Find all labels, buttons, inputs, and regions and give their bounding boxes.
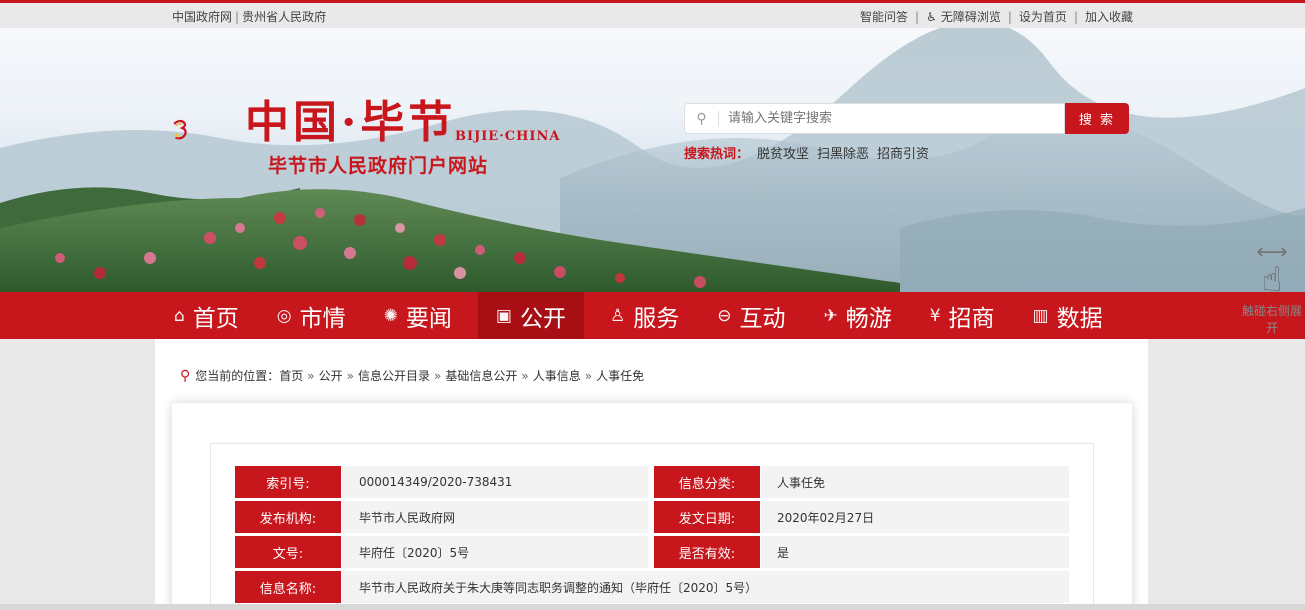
- news-icon: ✺: [383, 305, 398, 326]
- city-logo-emblem: [173, 119, 187, 140]
- breadcrumb-link[interactable]: 信息公开目录: [358, 367, 430, 384]
- bar-chart-icon: ▥: [1032, 305, 1049, 326]
- search-input[interactable]: [719, 104, 1064, 133]
- location-pin-icon: ⚲: [180, 367, 191, 384]
- docno-label: 文号:: [235, 536, 341, 568]
- nav-label: 首页: [192, 305, 239, 332]
- category-value: 人事任免: [761, 466, 1069, 498]
- monitor-icon: ▣: [495, 305, 512, 326]
- header-banner: 中国·毕节 BIJIE·CHINA 毕节市人民政府门户网站 ⚲ 搜 索 搜索热词…: [0, 28, 1305, 292]
- nav-item-public[interactable]: ▣ 公开: [477, 292, 584, 339]
- breadcrumb-label: 您当前的位置：: [195, 369, 280, 383]
- search-box: ⚲: [684, 103, 1065, 134]
- chat-icon: ⊖: [717, 305, 732, 326]
- nav-item-investment[interactable]: ¥ 招商: [918, 292, 1007, 339]
- nav-item-city-info[interactable]: ◎ 市情: [265, 292, 358, 339]
- nav-label: 公开: [519, 305, 566, 332]
- nav-label: 畅游: [845, 305, 892, 332]
- breadcrumb: ⚲ 您当前的位置： 首页» 公开» 信息公开目录» 基础信息公开» 人事信息» …: [180, 367, 645, 384]
- pulse-icon: ◎: [276, 305, 292, 326]
- logo-english: BIJIE·CHINA: [455, 129, 561, 144]
- link-accessibility[interactable]: 无障碍浏览: [941, 8, 1001, 25]
- info-row: 索引号: 000014349/2020-738431 信息分类: 人事任免: [235, 466, 1069, 498]
- link-set-homepage[interactable]: 设为首页: [1019, 8, 1067, 25]
- nav-item-interaction[interactable]: ⊖ 互动: [705, 292, 797, 339]
- nav-label: 要闻: [405, 305, 452, 332]
- nav-item-travel[interactable]: ✈ 畅游: [811, 292, 903, 339]
- link-central-gov[interactable]: 中国政府网: [172, 10, 232, 24]
- hot-word-link[interactable]: 脱贫攻坚: [757, 147, 809, 162]
- top-accent-line: [0, 0, 1305, 3]
- double-arrow-icon: ⟷: [1256, 240, 1288, 265]
- breadcrumb-link[interactable]: 公开: [319, 367, 343, 384]
- title-label: 信息名称:: [235, 571, 341, 603]
- accessibility-icon: ♿: [926, 9, 937, 24]
- hot-search-words: 搜索热词： 脱贫攻坚 扫黑除恶 招商引资: [684, 143, 929, 162]
- valid-label: 是否有效:: [654, 536, 760, 568]
- nav-item-service[interactable]: ♙ 服务: [598, 292, 691, 339]
- date-label: 发文日期:: [654, 501, 760, 533]
- hand-pointer-icon: ☝: [1261, 260, 1283, 300]
- valid-value: 是: [761, 536, 1069, 568]
- breadcrumb-link[interactable]: 基础信息公开: [445, 367, 517, 384]
- info-row: 文号: 毕府任〔2020〕5号 是否有效: 是: [235, 536, 1069, 568]
- logo-title: 中国·毕节: [245, 97, 457, 148]
- nav-item-data[interactable]: ▥ 数据: [1021, 292, 1115, 339]
- hot-search-label: 搜索热词：: [684, 147, 750, 162]
- info-row: 信息名称: 毕节市人民政府关于朱大庚等同志职务调整的通知（毕府任〔2020〕5号…: [235, 571, 1069, 603]
- nav-item-news[interactable]: ✺ 要闻: [372, 292, 464, 339]
- top-left-links: 中国政府网 | 贵州省人民政府: [172, 10, 327, 24]
- link-guizhou-gov[interactable]: 贵州省人民政府: [242, 10, 326, 24]
- nav-label: 互动: [739, 305, 786, 332]
- top-right-links: 智能问答 | ♿ 无障碍浏览 | 设为首页 | 加入收藏: [860, 8, 1133, 25]
- category-label: 信息分类:: [654, 466, 760, 498]
- nav-label: 数据: [1056, 305, 1103, 332]
- nav-label: 服务: [633, 305, 680, 332]
- plane-icon: ✈: [823, 305, 838, 326]
- index-value: 000014349/2020-738431: [342, 466, 648, 498]
- logo-subtitle: 毕节市人民政府门户网站: [268, 155, 489, 177]
- link-smart-qa[interactable]: 智能问答: [860, 8, 908, 25]
- title-value: 毕节市人民政府关于朱大庚等同志职务调整的通知（毕府任〔2020〕5号）: [342, 571, 1069, 603]
- breadcrumb-link[interactable]: 人事信息: [533, 367, 581, 384]
- home-icon: ⌂: [174, 305, 185, 326]
- main-nav: ⌂ 首页 ◎ 市情 ✺ 要闻 ▣ 公开 ♙ 服务 ⊖ 互动 ✈ 畅游 ¥ 招商 ▥ 数据: [0, 292, 1305, 339]
- breadcrumb-link[interactable]: 首页: [279, 367, 303, 384]
- window-bottom-scrollbar[interactable]: [0, 604, 1305, 610]
- link-add-favorite[interactable]: 加入收藏: [1085, 8, 1133, 25]
- info-row: 发布机构: 毕节市人民政府网 发文日期: 2020年02月27日: [235, 501, 1069, 533]
- hot-word-link[interactable]: 招商引资: [877, 147, 929, 162]
- nav-label: 招商: [948, 305, 995, 332]
- hot-word-link[interactable]: 扫黑除恶: [817, 147, 869, 162]
- docno-value: 毕府任〔2020〕5号: [342, 536, 648, 568]
- index-label: 索引号:: [235, 466, 341, 498]
- date-value: 2020年02月27日: [761, 501, 1069, 533]
- breadcrumb-link[interactable]: 人事任免: [596, 367, 644, 384]
- nav-item-home[interactable]: ⌂ 首页: [162, 292, 251, 339]
- search-icon: ⚲: [685, 110, 719, 127]
- nav-label: 市情: [299, 305, 346, 332]
- side-panel-hint[interactable]: ⟷ ☝ 触碰右侧展开: [1240, 240, 1304, 337]
- publisher-value: 毕节市人民政府网: [342, 501, 648, 533]
- side-hint-text: 触碰右侧展开: [1241, 304, 1302, 335]
- yen-icon: ¥: [929, 305, 941, 326]
- publisher-label: 发布机构:: [235, 501, 341, 533]
- search-button[interactable]: 搜 索: [1065, 103, 1129, 134]
- people-icon: ♙: [609, 305, 626, 326]
